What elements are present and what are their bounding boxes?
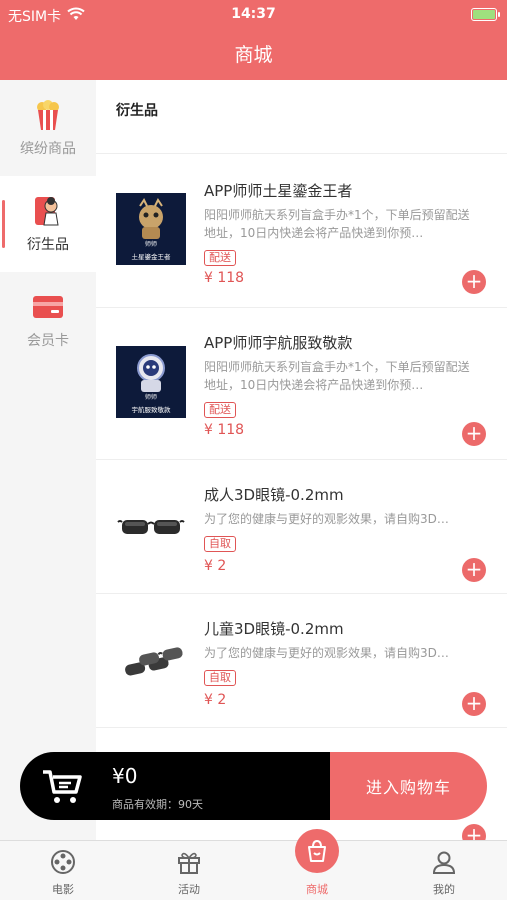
product-price: ¥ 2	[204, 692, 227, 708]
add-to-cart-button[interactable]: +	[462, 422, 486, 446]
add-to-cart-button[interactable]: +	[462, 824, 486, 840]
tab-label: 商城	[306, 883, 328, 896]
sidebar-item-label: 衍生品	[27, 237, 69, 253]
shopping-cart-icon	[40, 768, 84, 810]
page-title: 商城	[234, 44, 273, 66]
section-title: 衍生品	[116, 103, 158, 119]
add-to-cart-button[interactable]: +	[462, 558, 486, 582]
delivery-tag: 配送	[204, 250, 236, 266]
thumb-caption: 宇航服致敬款	[131, 406, 171, 414]
card-icon	[31, 290, 65, 324]
sidebar-item-label: 会员卡	[27, 333, 69, 349]
film-reel-icon	[48, 847, 78, 877]
thumb-caption: 土星鎏金王者	[131, 253, 171, 261]
sidebar-item-membership[interactable]: 会员卡	[0, 272, 96, 368]
tab-label: 电影	[52, 883, 74, 896]
thumb-label: 师师	[144, 241, 157, 248]
product-item[interactable]: 师师 宇航服致敬款 APP师师宇航服致敬款 阳阳师师航天系列盲盒手办*1个，下单…	[96, 308, 507, 460]
sidebar-item-merchandise[interactable]: 衍生品	[0, 176, 96, 272]
status-time: 14:37	[231, 6, 276, 22]
battery-icon	[471, 8, 500, 21]
app-header: 无SIM卡 14:37 商城	[0, 0, 507, 80]
figure-icon	[31, 194, 65, 228]
add-to-cart-button[interactable]: +	[462, 270, 486, 294]
product-description: 为了您的健康与更好的观影效果，请自购3D…	[204, 512, 449, 526]
product-panel: 衍生品 师师 土星鎏金王者 APP师师土星鎏金王者 阳阳师师航天系列盲盒手办*1…	[96, 80, 507, 840]
product-item[interactable]: 成人3D眼镜-0.2mm 为了您的健康与更好的观影效果，请自购3D… 自取 ¥ …	[96, 460, 507, 594]
product-image: 师师 土星鎏金王者	[116, 193, 186, 265]
sidebar-item-label: 缤纷商品	[20, 141, 76, 157]
pickup-tag: 自取	[204, 536, 236, 552]
tab-mall[interactable]: 商城	[254, 829, 380, 900]
tab-label: 活动	[178, 883, 200, 896]
product-name: 成人3D眼镜-0.2mm	[204, 486, 344, 504]
product-name: APP师师土星鎏金王者	[204, 182, 353, 200]
cart-summary[interactable]: ¥0 商品有效期：90天	[20, 752, 330, 820]
product-price: ¥ 2	[204, 558, 227, 574]
tab-profile[interactable]: 我的	[381, 841, 507, 900]
glasses-icon	[116, 492, 186, 564]
user-icon	[429, 847, 459, 877]
category-sidebar: 缤纷商品 衍生品 会员卡	[0, 80, 96, 840]
product-item[interactable]: 师师 土星鎏金王者 APP师师土星鎏金王者 阳阳师师航天系列盲盒手办*1个，下单…	[96, 156, 507, 308]
tab-movies[interactable]: 电影	[0, 841, 126, 900]
pickup-tag: 自取	[204, 670, 236, 686]
product-description: 阳阳师师航天系列盲盒手办*1个，下单后预留配送地址，10日内快递会将产品快递到你…	[204, 360, 470, 392]
cart-total: ¥0	[112, 764, 138, 788]
tab-label: 我的	[433, 883, 455, 896]
go-to-cart-button[interactable]: 进入购物车	[330, 752, 487, 820]
sidebar-item-snacks[interactable]: 缤纷商品	[0, 80, 96, 176]
product-name: APP师师宇航服致敬款	[204, 334, 353, 352]
popcorn-icon	[31, 98, 65, 132]
gift-icon	[174, 847, 204, 877]
product-item[interactable]: 儿童3D眼镜-0.2mm 为了您的健康与更好的观影效果，请自购3D… 自取 ¥ …	[96, 594, 507, 728]
divider	[96, 153, 507, 154]
product-price: ¥ 118	[204, 422, 245, 438]
product-name: 儿童3D眼镜-0.2mm	[204, 620, 344, 638]
status-bar: 无SIM卡 14:37	[0, 6, 507, 26]
add-to-cart-button[interactable]: +	[462, 692, 486, 716]
product-price: ¥ 118	[204, 270, 245, 286]
product-description: 为了您的健康与更好的观影效果，请自购3D…	[204, 646, 449, 660]
bottom-tab-bar: 电影 活动 商城 我的	[0, 829, 507, 900]
glasses-icon	[116, 626, 186, 698]
shopping-bag-icon	[295, 829, 339, 873]
validity-text: 商品有效期：90天	[112, 798, 203, 811]
thumb-label: 师师	[144, 394, 157, 401]
product-image: 师师 宇航服致敬款	[116, 346, 186, 418]
product-description: 阳阳师师航天系列盲盒手办*1个，下单后预留配送地址，10日内快递会将产品快递到你…	[204, 208, 470, 240]
cart-bar: ¥0 商品有效期：90天 进入购物车	[20, 752, 487, 820]
delivery-tag: 配送	[204, 402, 236, 418]
tab-activities[interactable]: 活动	[126, 841, 252, 900]
